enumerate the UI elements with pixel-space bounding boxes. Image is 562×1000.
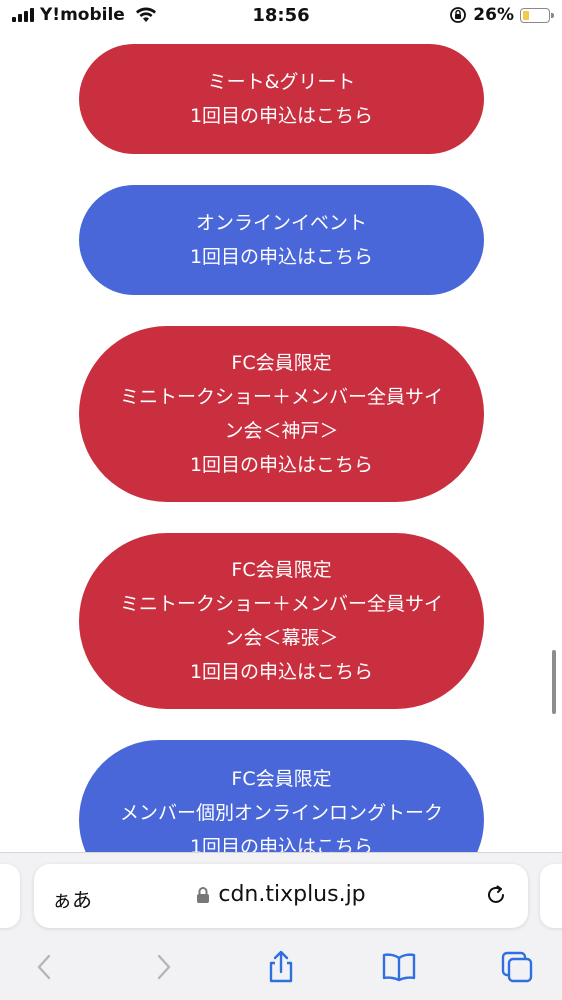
fc-kobe-sign-event-apply-button[interactable]: FC会員限定 ミニトークショー＋メンバー全員サイ ン会＜神戸＞ 1回目の申込はこ… — [79, 326, 484, 502]
button-line: 1回目の申込はこちら — [189, 454, 374, 476]
online-event-apply-button[interactable]: オンラインイベント 1回目の申込はこちら — [79, 185, 484, 295]
next-tab-card[interactable] — [540, 864, 562, 928]
back-button[interactable] — [24, 949, 64, 985]
button-text: ミート&グリート 1回目の申込はこちら — [190, 65, 373, 133]
forward-button[interactable] — [144, 949, 184, 985]
reload-icon[interactable] — [484, 883, 508, 907]
fc-online-long-talk-apply-button[interactable]: FC会員限定 メンバー個別オンラインロングトーク 1回目の申込はこちら — [79, 740, 484, 852]
button-line: ミニトークショー＋メンバー全員サイ — [119, 386, 443, 408]
orientation-lock-icon — [450, 7, 467, 23]
button-text: FC会員限定 ミニトークショー＋メンバー全員サイ ン会＜幕張＞ 1回目の申込はこ… — [120, 553, 443, 689]
button-text: FC会員限定 ミニトークショー＋メンバー全員サイ ン会＜神戸＞ 1回目の申込はこ… — [120, 346, 443, 482]
chevron-left-icon — [37, 954, 51, 980]
button-line: 1回目の申込はこちら — [189, 836, 374, 852]
wifi-icon — [135, 7, 156, 22]
status-right: 26% — [449, 5, 554, 25]
url-text: cdn.tixplus.jp — [218, 882, 366, 907]
fc-makuhari-sign-event-apply-button[interactable]: FC会員限定 ミニトークショー＋メンバー全員サイ ン会＜幕張＞ 1回目の申込はこ… — [79, 533, 484, 709]
meet-and-greet-apply-button[interactable]: ミート&グリート 1回目の申込はこちら — [79, 44, 484, 154]
status-left: Y!mobile — [12, 5, 157, 25]
address-bar[interactable]: ぁあ cdn.tixplus.jp — [34, 864, 528, 928]
battery-icon — [520, 7, 554, 23]
tabs-button[interactable] — [497, 949, 537, 985]
browser-toolbar — [0, 949, 562, 989]
button-line: オンラインイベント — [195, 212, 367, 234]
url-display[interactable]: cdn.tixplus.jp — [34, 882, 528, 907]
button-line: 1回目の申込はこちら — [189, 661, 374, 683]
share-icon — [269, 950, 293, 983]
button-line: メンバー個別オンラインロングトーク — [119, 802, 443, 824]
button-line: ミニトークショー＋メンバー全員サイ — [119, 593, 443, 615]
scroll-indicator[interactable] — [552, 650, 556, 714]
button-line: 1回目の申込はこちら — [189, 246, 374, 268]
button-line: 1回目の申込はこちら — [189, 105, 374, 127]
share-button[interactable] — [261, 949, 301, 985]
signal-icon — [12, 8, 34, 22]
page-content: ミート&グリート 1回目の申込はこちら オンラインイベント 1回目の申込はこちら… — [0, 32, 562, 852]
battery-percent: 26% — [473, 5, 514, 25]
tabs-icon — [501, 951, 533, 983]
browser-bottom-bar: ぁあ cdn.tixplus.jp — [0, 852, 562, 1000]
button-line: ン会＜幕張＞ — [224, 627, 339, 649]
status-bar: Y!mobile 18:56 26% — [0, 0, 562, 32]
button-line: ン会＜神戸＞ — [224, 420, 339, 442]
button-line: FC会員限定 — [231, 559, 332, 581]
lock-icon — [197, 886, 210, 903]
book-icon — [382, 953, 416, 982]
button-line: FC会員限定 — [231, 768, 332, 790]
carrier-label: Y!mobile — [40, 5, 125, 25]
previous-tab-card[interactable] — [0, 864, 20, 928]
chevron-right-icon — [157, 954, 171, 980]
button-line: FC会員限定 — [231, 352, 332, 374]
button-line: ミート&グリート — [207, 71, 356, 93]
button-text: オンラインイベント 1回目の申込はこちら — [190, 206, 373, 274]
button-text: FC会員限定 メンバー個別オンラインロングトーク 1回目の申込はこちら — [120, 762, 443, 852]
bookmarks-button[interactable] — [379, 949, 419, 985]
